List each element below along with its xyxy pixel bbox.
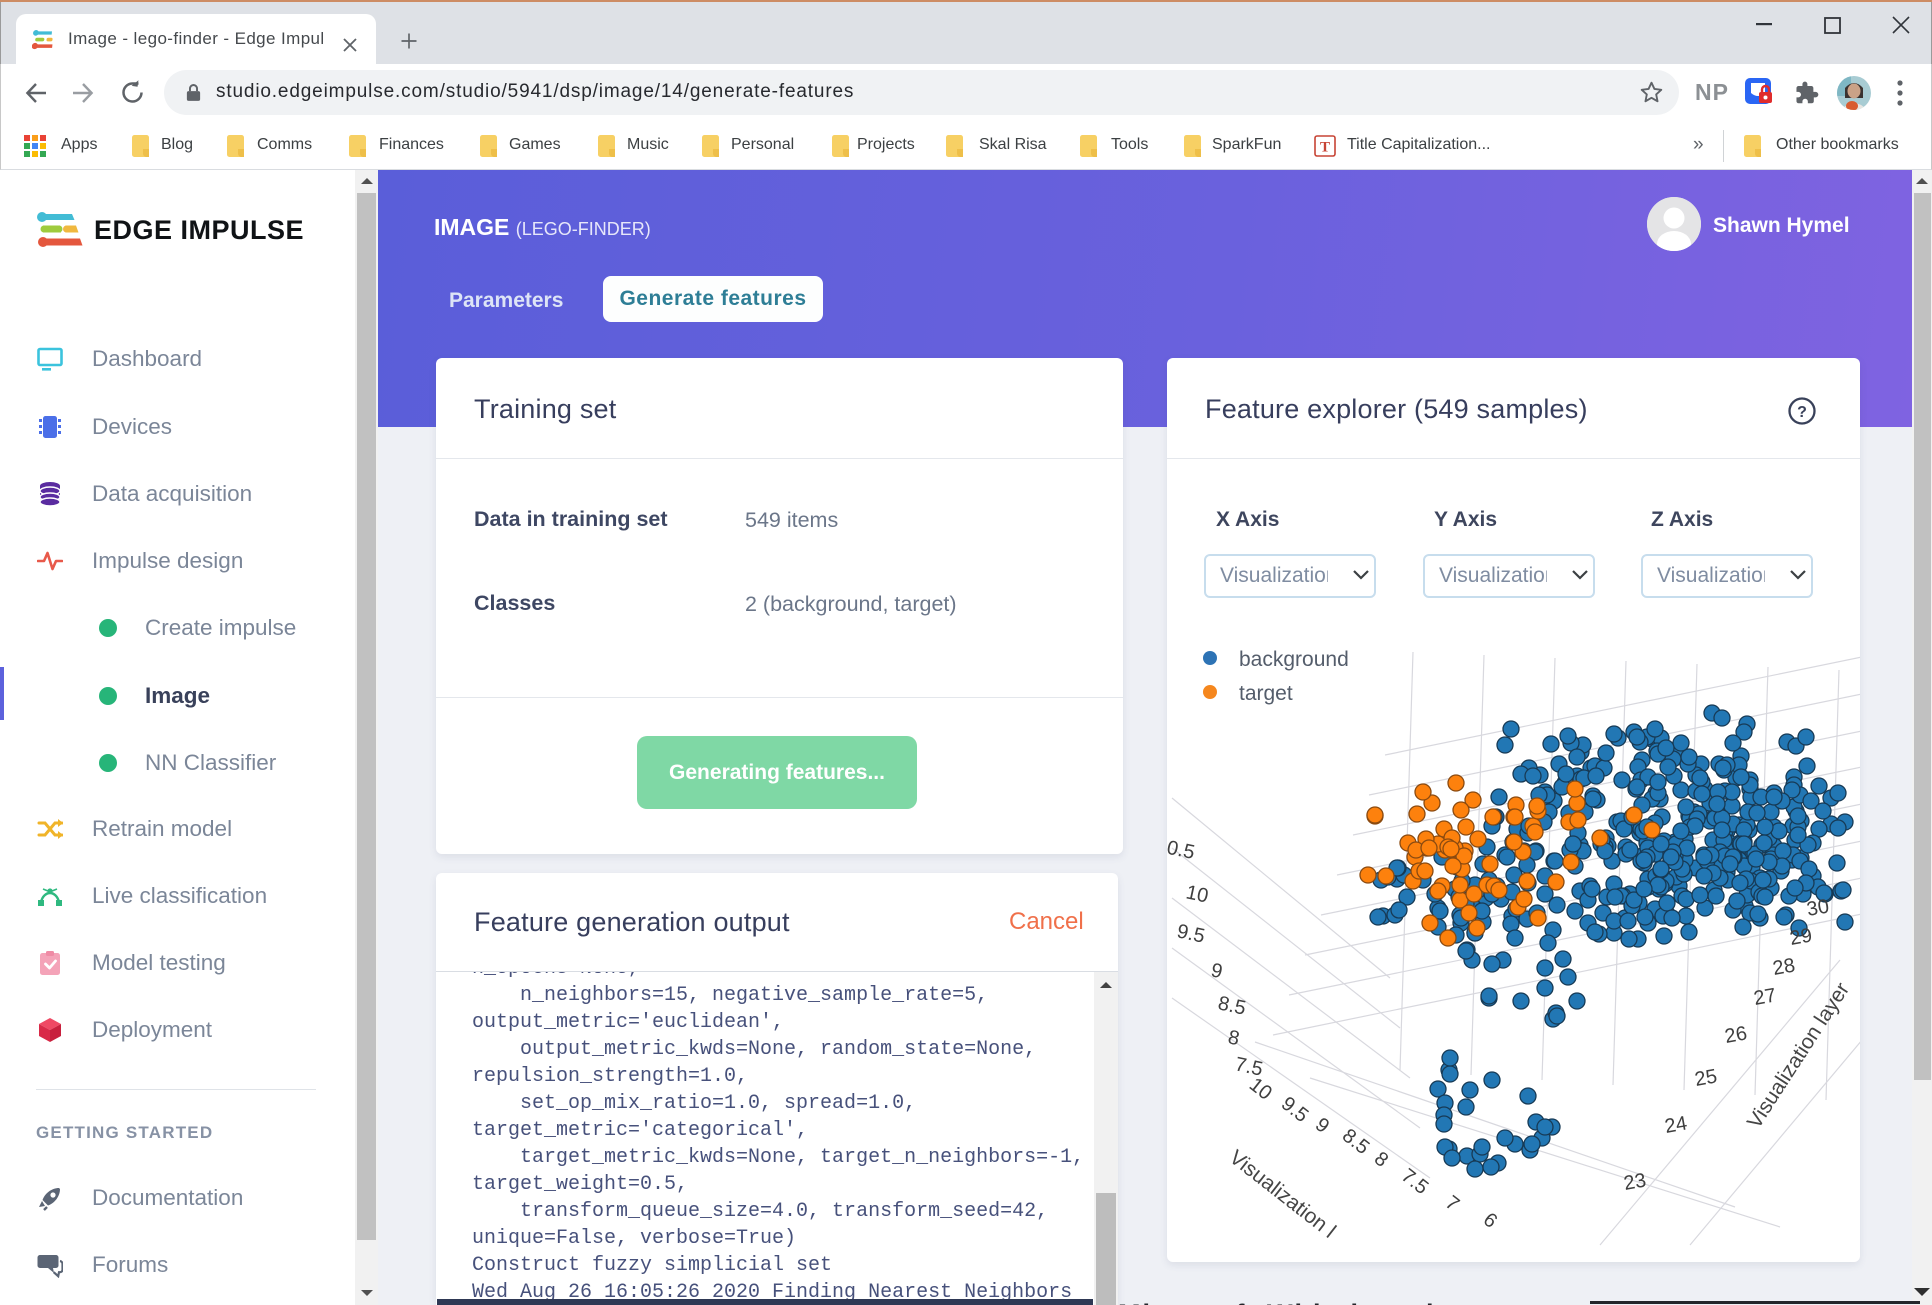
svg-text:9.5: 9.5: [1175, 920, 1207, 947]
svg-text:7: 7: [1441, 1192, 1463, 1216]
svg-text:27: 27: [1752, 984, 1778, 1010]
svg-text:?: ?: [1797, 404, 1807, 421]
svg-text:9.5: 9.5: [1277, 1093, 1312, 1127]
svg-text:24: 24: [1663, 1112, 1689, 1138]
svg-text:9: 9: [1311, 1114, 1333, 1138]
svg-text:8.5: 8.5: [1338, 1125, 1373, 1159]
svg-text:28: 28: [1771, 954, 1797, 980]
svg-text:8.5: 8.5: [1216, 992, 1248, 1019]
svg-text:Visualization l: Visualization l: [1225, 1146, 1340, 1243]
svg-text:25: 25: [1693, 1065, 1719, 1091]
svg-text:29: 29: [1788, 924, 1814, 950]
svg-text:7.5: 7.5: [1397, 1165, 1432, 1199]
svg-text:8: 8: [1226, 1026, 1241, 1050]
svg-text:6: 6: [1479, 1209, 1501, 1233]
svg-text:8: 8: [1370, 1148, 1392, 1172]
svg-text:10.5: 10.5: [1167, 834, 1197, 864]
svg-text:23: 23: [1622, 1169, 1648, 1195]
svg-text:10: 10: [1184, 881, 1210, 907]
svg-text:30: 30: [1805, 895, 1831, 921]
svg-text:26: 26: [1723, 1022, 1749, 1048]
svg-text:9: 9: [1209, 959, 1224, 983]
svg-text:T: T: [1320, 140, 1330, 156]
